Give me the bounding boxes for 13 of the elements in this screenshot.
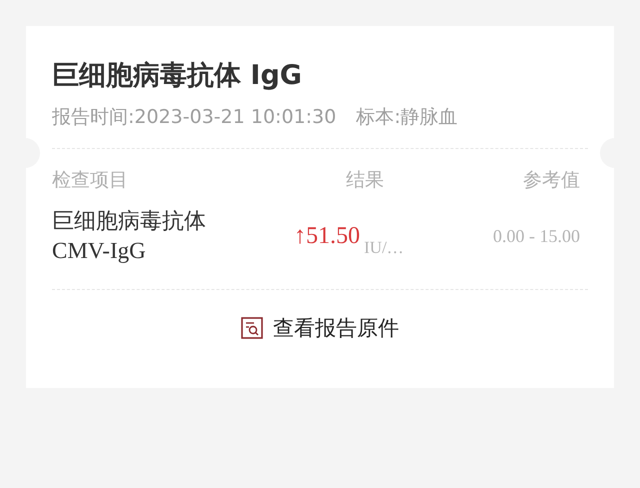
column-header: 结果 <box>346 168 384 193</box>
column-header: 参考值 <box>523 168 580 193</box>
test-code: CMV-IgG <box>52 237 146 265</box>
report-title: 巨细胞病毒抗体 IgG <box>52 59 303 93</box>
specimen-type: 标本:静脉血 <box>356 105 458 130</box>
report-time: 报告时间:2023-03-21 10:01:30 <box>52 105 336 130</box>
column-header: 检查项目 <box>52 168 129 193</box>
view-original-link[interactable]: 查看报告原件 <box>241 314 399 342</box>
result-value: ↑51.50 <box>294 222 360 250</box>
document-search-icon <box>241 317 263 339</box>
reference-range: 0.00 - 15.00 <box>493 226 580 246</box>
test-name: 巨细胞病毒抗体 <box>52 208 206 236</box>
result-unit: IU/… <box>364 238 404 258</box>
